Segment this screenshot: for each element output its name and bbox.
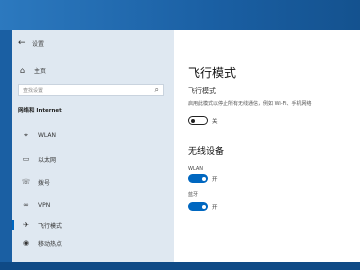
airplane-subtitle: 飞行模式	[188, 87, 216, 95]
titlebar: ← 设置	[18, 38, 44, 48]
wireless-heading: 无线设备	[188, 147, 225, 157]
desktop-background	[0, 0, 360, 30]
search-icon: ⌕	[154, 85, 159, 94]
sidebar-item-vpn[interactable]: ∞ VPN	[12, 198, 174, 212]
home-label: 主页	[34, 68, 47, 75]
sidebar-item-dialup[interactable]: ☏ 拨号	[12, 175, 174, 189]
bluetooth-toggle-state: 开	[212, 205, 218, 211]
sidebar-item-ethernet[interactable]: ▭ 以太网	[12, 152, 174, 166]
sidebar-item-label: 飞行模式	[38, 222, 63, 230]
page-title: 飞行模式	[188, 66, 237, 80]
sidebar-item-label: 移动热点	[38, 240, 63, 248]
wlan-label: WLAN	[188, 166, 204, 172]
toggle-knob	[202, 204, 206, 209]
sidebar-item-wlan[interactable]: ⌖ WLAN	[12, 128, 174, 142]
sidebar: ← 设置 ⌂ 主页 查找设置 ⌕ 网络和 Internet ⌖ WLAN ▭ 以…	[12, 30, 174, 262]
globe-icon: ⌖	[24, 130, 28, 139]
home-link[interactable]: ⌂ 主页	[20, 66, 46, 75]
sidebar-item-label: 拨号	[38, 179, 51, 187]
sidebar-item-airplane-mode[interactable]: ✈ 飞行模式	[12, 218, 174, 232]
back-arrow-icon[interactable]: ←	[18, 38, 32, 48]
section-title: 网络和 Internet	[18, 108, 62, 114]
sidebar-item-label: 以太网	[38, 156, 57, 164]
phone-icon: ☏	[21, 178, 31, 186]
home-icon: ⌂	[20, 66, 26, 75]
airplane-description: 启用此模式以停止所有无线通信，例如 Wi-Fi、手机网络	[188, 101, 312, 107]
bluetooth-label: 蓝牙	[188, 192, 199, 198]
sidebar-item-label: WLAN	[38, 131, 57, 139]
settings-window: ← 设置 ⌂ 主页 查找设置 ⌕ 网络和 Internet ⌖ WLAN ▭ 以…	[12, 30, 360, 262]
taskbar-edge	[0, 262, 360, 270]
wlan-toggle[interactable]	[188, 174, 208, 183]
ethernet-icon: ▭	[22, 155, 30, 163]
airplane-toggle-state: 关	[212, 119, 218, 125]
window-title: 设置	[32, 40, 45, 48]
airplane-mode-toggle[interactable]	[188, 116, 208, 125]
search-placeholder: 查找设置	[23, 88, 44, 94]
bluetooth-toggle[interactable]	[188, 202, 208, 211]
content-pane: 飞行模式 飞行模式 启用此模式以停止所有无线通信，例如 Wi-Fi、手机网络 关…	[174, 30, 360, 262]
toggle-knob	[191, 118, 195, 123]
toggle-knob	[202, 176, 206, 181]
hotspot-icon: ◉	[22, 239, 30, 247]
sidebar-item-label: VPN	[38, 201, 51, 209]
search-input[interactable]: 查找设置 ⌕	[18, 84, 164, 96]
vpn-icon: ∞	[23, 201, 29, 209]
airplane-icon: ✈	[23, 221, 29, 229]
wlan-toggle-state: 开	[212, 177, 218, 183]
sidebar-item-hotspot[interactable]: ◉ 移动热点	[12, 236, 174, 250]
desktop-background-left	[0, 30, 12, 270]
